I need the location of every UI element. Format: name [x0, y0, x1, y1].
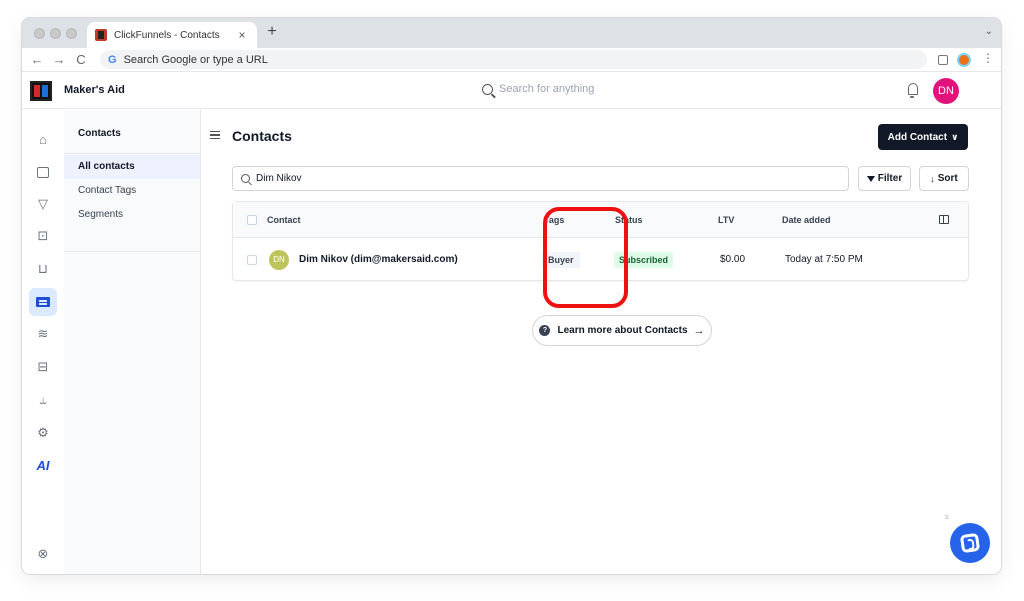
search-icon	[241, 174, 250, 183]
tags-highlight-annotation	[543, 207, 628, 308]
store-icon[interactable]: ⊡	[35, 228, 51, 244]
pages-icon[interactable]	[35, 164, 51, 180]
main-content: Contacts Add Contact ∨ Dim Nikov Filter …	[202, 110, 1001, 574]
filter-label: Filter	[877, 173, 903, 184]
chat-help-icon	[959, 532, 981, 554]
reload-icon[interactable]: C	[74, 52, 88, 67]
global-search-placeholder: Search for anything	[499, 83, 595, 95]
sort-button[interactable]: ↓ Sort	[919, 166, 969, 191]
subnav-item-contact-tags[interactable]: Contact Tags	[64, 179, 200, 203]
support-icon[interactable]: ⊗	[35, 546, 51, 562]
email-icon[interactable]: ⊟	[35, 359, 51, 375]
workspace-name[interactable]: Maker's Aid	[64, 84, 125, 96]
filter-icon	[866, 175, 875, 182]
browser-tab[interactable]: ClickFunnels - Contacts ×	[87, 22, 257, 48]
date-added-value: Today at 7:50 PM	[785, 254, 863, 265]
hamburger-menu-icon[interactable]	[210, 131, 220, 139]
home-icon[interactable]: ⌂	[35, 131, 51, 147]
filter-button[interactable]: Filter	[858, 166, 911, 191]
learn-more-button[interactable]: ? Learn more about Contacts →	[532, 315, 712, 346]
google-icon: G	[108, 53, 117, 66]
contact-avatar: DN	[269, 249, 289, 270]
tab-strip: ClickFunnels - Contacts × + ⌄	[22, 18, 1001, 48]
user-avatar[interactable]: DN	[933, 78, 959, 104]
help-circle-icon: ?	[539, 325, 551, 336]
browser-window: ClickFunnels - Contacts × + ⌄ ← → C G Se…	[22, 18, 1001, 574]
subnav-item-all-contacts[interactable]: All contacts	[64, 155, 200, 179]
select-all-checkbox[interactable]	[247, 202, 257, 237]
maximize-window-button[interactable]	[66, 28, 77, 39]
row-checkbox[interactable]	[247, 238, 257, 281]
primary-nav-rail: ⌂ ▽ ⊡ ⊔ ≋ ⊟ ⥿ ⚙ AI ⊗	[22, 110, 64, 574]
subnav-divider	[64, 153, 200, 154]
contact-search-value: Dim Nikov	[256, 173, 302, 184]
contacts-icon[interactable]	[29, 288, 57, 316]
columns-settings-icon[interactable]	[939, 202, 949, 237]
cart-icon[interactable]: ⊔	[35, 261, 51, 277]
app-header: Maker's Aid Search for anything DN	[22, 73, 1001, 109]
browser-menu-icon[interactable]: ⋮	[982, 51, 994, 65]
add-contact-button[interactable]: Add Contact ∨	[878, 124, 968, 150]
contact-cell[interactable]: DN Dim Nikov (dim@makersaid.com)	[269, 238, 458, 281]
add-contact-label: Add Contact	[887, 131, 948, 143]
arrow-right-icon: →	[693, 324, 705, 337]
column-header-contact[interactable]: Contact	[267, 202, 301, 237]
search-icon	[482, 83, 493, 95]
tab-list-chevron-icon[interactable]: ⌄	[985, 26, 993, 37]
drag-handle-icon[interactable]: ⁝⁝	[945, 514, 949, 521]
tab-title: ClickFunnels - Contacts	[114, 29, 220, 41]
profile-extension-icon[interactable]	[957, 53, 971, 67]
settings-icon[interactable]: ⚙	[35, 425, 51, 441]
subnav-divider-bottom	[64, 251, 200, 252]
automation-icon[interactable]: ⥿	[35, 392, 51, 408]
ai-icon[interactable]: AI	[35, 457, 51, 473]
close-window-button[interactable]	[34, 28, 45, 39]
minimize-window-button[interactable]	[50, 28, 61, 39]
tab-close-icon[interactable]: ×	[235, 28, 249, 42]
forward-icon[interactable]: →	[52, 52, 66, 67]
sort-label: Sort	[937, 173, 958, 184]
back-icon[interactable]: ←	[30, 52, 44, 67]
column-header-ltv[interactable]: LTV	[718, 202, 734, 237]
contact-search-input[interactable]: Dim Nikov	[232, 166, 849, 191]
new-tab-button[interactable]: +	[262, 23, 282, 41]
help-chat-button[interactable]	[950, 523, 990, 563]
address-placeholder: Search Google or type a URL	[123, 53, 268, 66]
clickfunnels-favicon-icon	[95, 29, 107, 41]
subnav-item-segments[interactable]: Segments	[64, 203, 200, 227]
funnel-icon[interactable]: ▽	[35, 196, 51, 212]
subnav-header: Contacts	[78, 128, 121, 139]
contacts-subnav: Contacts All contacts Contact Tags Segme…	[64, 110, 201, 574]
global-search[interactable]: Search for anything	[482, 83, 594, 95]
contact-name-email[interactable]: Dim Nikov (dim@makersaid.com)	[299, 254, 458, 265]
column-header-date-added[interactable]: Date added	[782, 202, 831, 237]
address-bar-row: ← → C G Search Google or type a URL ⋮	[22, 48, 1001, 72]
address-input[interactable]: G Search Google or type a URL	[100, 50, 927, 69]
clickfunnels-logo-icon[interactable]	[30, 81, 52, 101]
side-panel-icon[interactable]	[938, 55, 948, 65]
ltv-value: $0.00	[720, 254, 746, 265]
page-title: Contacts	[232, 128, 292, 144]
learn-more-label: Learn more about Contacts	[557, 325, 688, 336]
notifications-bell-icon[interactable]	[908, 83, 918, 98]
chevron-down-icon: ∨	[951, 131, 959, 142]
analytics-icon[interactable]: ≋	[35, 326, 51, 342]
sort-icon: ↓	[930, 173, 935, 184]
